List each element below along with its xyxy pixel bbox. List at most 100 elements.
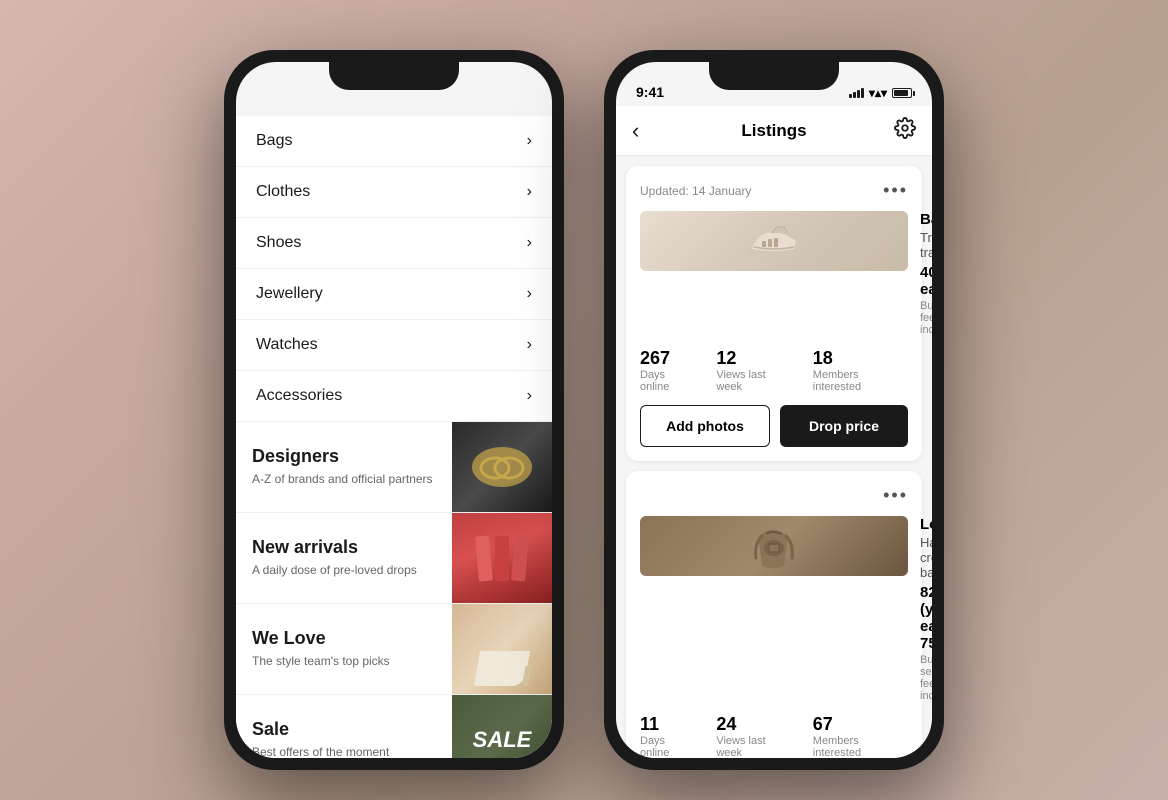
product-info-loewe: Loewe Hammock crossbody bag 820€ (you ea…: [920, 516, 932, 702]
left-phone-screen: Bags › Clothes › Shoes › Jewellery › Wat…: [236, 62, 552, 758]
add-photos-button-balenciaga[interactable]: Add photos: [640, 405, 770, 447]
battery-icon: [892, 88, 912, 98]
product-price-balenciaga: 400€ (you earn 335€): [920, 264, 932, 298]
drop-price-button-balenciaga[interactable]: Drop price: [780, 405, 908, 447]
listing-card-balenciaga: Updated: 14 January •••: [626, 166, 922, 461]
back-button[interactable]: ‹: [632, 118, 639, 144]
more-options-balenciaga[interactable]: •••: [883, 180, 908, 201]
product-image-balenciaga: [640, 211, 908, 271]
app-header: ‹ Listings: [616, 106, 932, 156]
featured-sale-desc: Best offers of the moment: [252, 744, 436, 758]
signal-icon: [849, 88, 864, 98]
category-watches[interactable]: Watches ›: [236, 320, 552, 371]
stat-members-value-balenciaga: 18: [813, 348, 908, 369]
product-brand-loewe: Loewe: [920, 516, 932, 533]
chevron-icon: ›: [527, 285, 532, 303]
chevron-icon: ›: [527, 387, 532, 405]
featured-we-love[interactable]: We Love The style team's top picks: [236, 604, 552, 695]
featured-sale-image: SALE: [452, 695, 552, 758]
product-fee-loewe: Buyer service fee not included i: [920, 654, 932, 702]
category-shoes[interactable]: Shoes ›: [236, 218, 552, 269]
featured-sale-text: Sale Best offers of the moment: [236, 695, 452, 758]
stat-views-balenciaga: 12 Views last week: [716, 348, 792, 393]
stat-members-label-loewe: Members interested: [813, 735, 908, 758]
stat-views-label-loewe: Views last week: [716, 735, 792, 758]
more-options-loewe[interactable]: •••: [883, 485, 908, 506]
category-accessories-label: Accessories: [256, 387, 342, 405]
stat-views-label-balenciaga: Views last week: [716, 369, 792, 393]
featured-designers-desc: A-Z of brands and official partners: [252, 471, 436, 488]
left-notch: [329, 62, 459, 90]
product-info-balenciaga: Balenciaga Triple S low trainers 400€ (y…: [920, 211, 932, 336]
card-actions-balenciaga: Add photos Drop price: [640, 405, 908, 447]
chevron-icon: ›: [527, 183, 532, 201]
header-title: Listings: [741, 121, 806, 141]
category-watches-label: Watches: [256, 336, 318, 354]
featured-new-arrivals[interactable]: New arrivals A daily dose of pre-loved d…: [236, 513, 552, 604]
featured-we-love-image: [452, 604, 552, 694]
stat-members-value-loewe: 67: [813, 714, 908, 735]
listings-scroll[interactable]: Updated: 14 January •••: [616, 156, 932, 758]
product-balenciaga: Balenciaga Triple S low trainers 400€ (y…: [640, 211, 908, 336]
phones-container: Bags › Clothes › Shoes › Jewellery › Wat…: [224, 30, 944, 770]
left-phone: Bags › Clothes › Shoes › Jewellery › Wat…: [224, 50, 564, 770]
card-stats-balenciaga: 267 Days online 12 Views last week 18 Me…: [640, 348, 908, 393]
category-list: Bags › Clothes › Shoes › Jewellery › Wat…: [236, 116, 552, 422]
stat-days-label-loewe: Days online: [640, 735, 696, 758]
settings-button[interactable]: [894, 117, 916, 145]
stat-days-balenciaga: 267 Days online: [640, 348, 696, 393]
featured-designers[interactable]: Designers A-Z of brands and official par…: [236, 422, 552, 513]
stat-days-value-balenciaga: 267: [640, 348, 696, 369]
stat-members-balenciaga: 18 Members interested: [813, 348, 908, 393]
featured-designers-image: [452, 422, 552, 512]
stat-members-label-balenciaga: Members interested: [813, 369, 908, 393]
featured-new-arrivals-text: New arrivals A daily dose of pre-loved d…: [236, 513, 452, 603]
chevron-icon: ›: [527, 234, 532, 252]
stat-days-label-balenciaga: Days online: [640, 369, 696, 393]
right-phone-screen: 9:41 ▾▴▾ ‹ Listings: [616, 62, 932, 758]
category-jewellery-label: Jewellery: [256, 285, 323, 303]
featured-designers-title: Designers: [252, 446, 436, 467]
wifi-icon: ▾▴▾: [869, 86, 887, 100]
category-accessories[interactable]: Accessories ›: [236, 371, 552, 422]
stat-views-value-loewe: 24: [716, 714, 792, 735]
status-icons: ▾▴▾: [849, 86, 912, 100]
product-name-loewe: Hammock crossbody bag: [920, 535, 932, 580]
category-clothes[interactable]: Clothes ›: [236, 167, 552, 218]
listing-card-loewe: •••: [626, 471, 922, 758]
card-header-balenciaga: Updated: 14 January •••: [640, 180, 908, 201]
featured-new-arrivals-image: [452, 513, 552, 603]
featured-we-love-title: We Love: [252, 628, 436, 649]
category-clothes-label: Clothes: [256, 183, 310, 201]
stat-days-value-loewe: 11: [640, 714, 696, 735]
stat-members-loewe: 67 Members interested: [813, 714, 908, 758]
featured-designers-text: Designers A-Z of brands and official par…: [236, 422, 452, 512]
featured-sale[interactable]: Sale Best offers of the moment SALE: [236, 695, 552, 758]
product-fee-balenciaga: Buyer service fee not included i: [920, 300, 932, 336]
status-time: 9:41: [636, 84, 664, 100]
featured-new-arrivals-title: New arrivals: [252, 537, 436, 558]
category-shoes-label: Shoes: [256, 234, 301, 252]
chevron-icon: ›: [527, 132, 532, 150]
product-loewe: Loewe Hammock crossbody bag 820€ (you ea…: [640, 516, 908, 702]
stat-days-loewe: 11 Days online: [640, 714, 696, 758]
featured-we-love-desc: The style team's top picks: [252, 653, 436, 670]
stat-views-value-balenciaga: 12: [716, 348, 792, 369]
product-brand-balenciaga: Balenciaga: [920, 211, 932, 228]
category-jewellery[interactable]: Jewellery ›: [236, 269, 552, 320]
featured-sale-title: Sale: [252, 719, 436, 740]
listing-updated-balenciaga: Updated: 14 January: [640, 184, 751, 198]
right-phone: 9:41 ▾▴▾ ‹ Listings: [604, 50, 944, 770]
product-name-balenciaga: Triple S low trainers: [920, 230, 932, 260]
right-notch: [709, 62, 839, 90]
chevron-icon: ›: [527, 336, 532, 354]
card-stats-loewe: 11 Days online 24 Views last week 67 Mem…: [640, 714, 908, 758]
stat-views-loewe: 24 Views last week: [716, 714, 792, 758]
product-image-loewe: [640, 516, 908, 576]
featured-new-arrivals-desc: A daily dose of pre-loved drops: [252, 562, 436, 579]
product-price-loewe: 820€ (you earn 753€): [920, 584, 932, 652]
card-header-loewe: •••: [640, 485, 908, 506]
featured-we-love-text: We Love The style team's top picks: [236, 604, 452, 694]
category-bags[interactable]: Bags ›: [236, 116, 552, 167]
category-bags-label: Bags: [256, 132, 292, 150]
